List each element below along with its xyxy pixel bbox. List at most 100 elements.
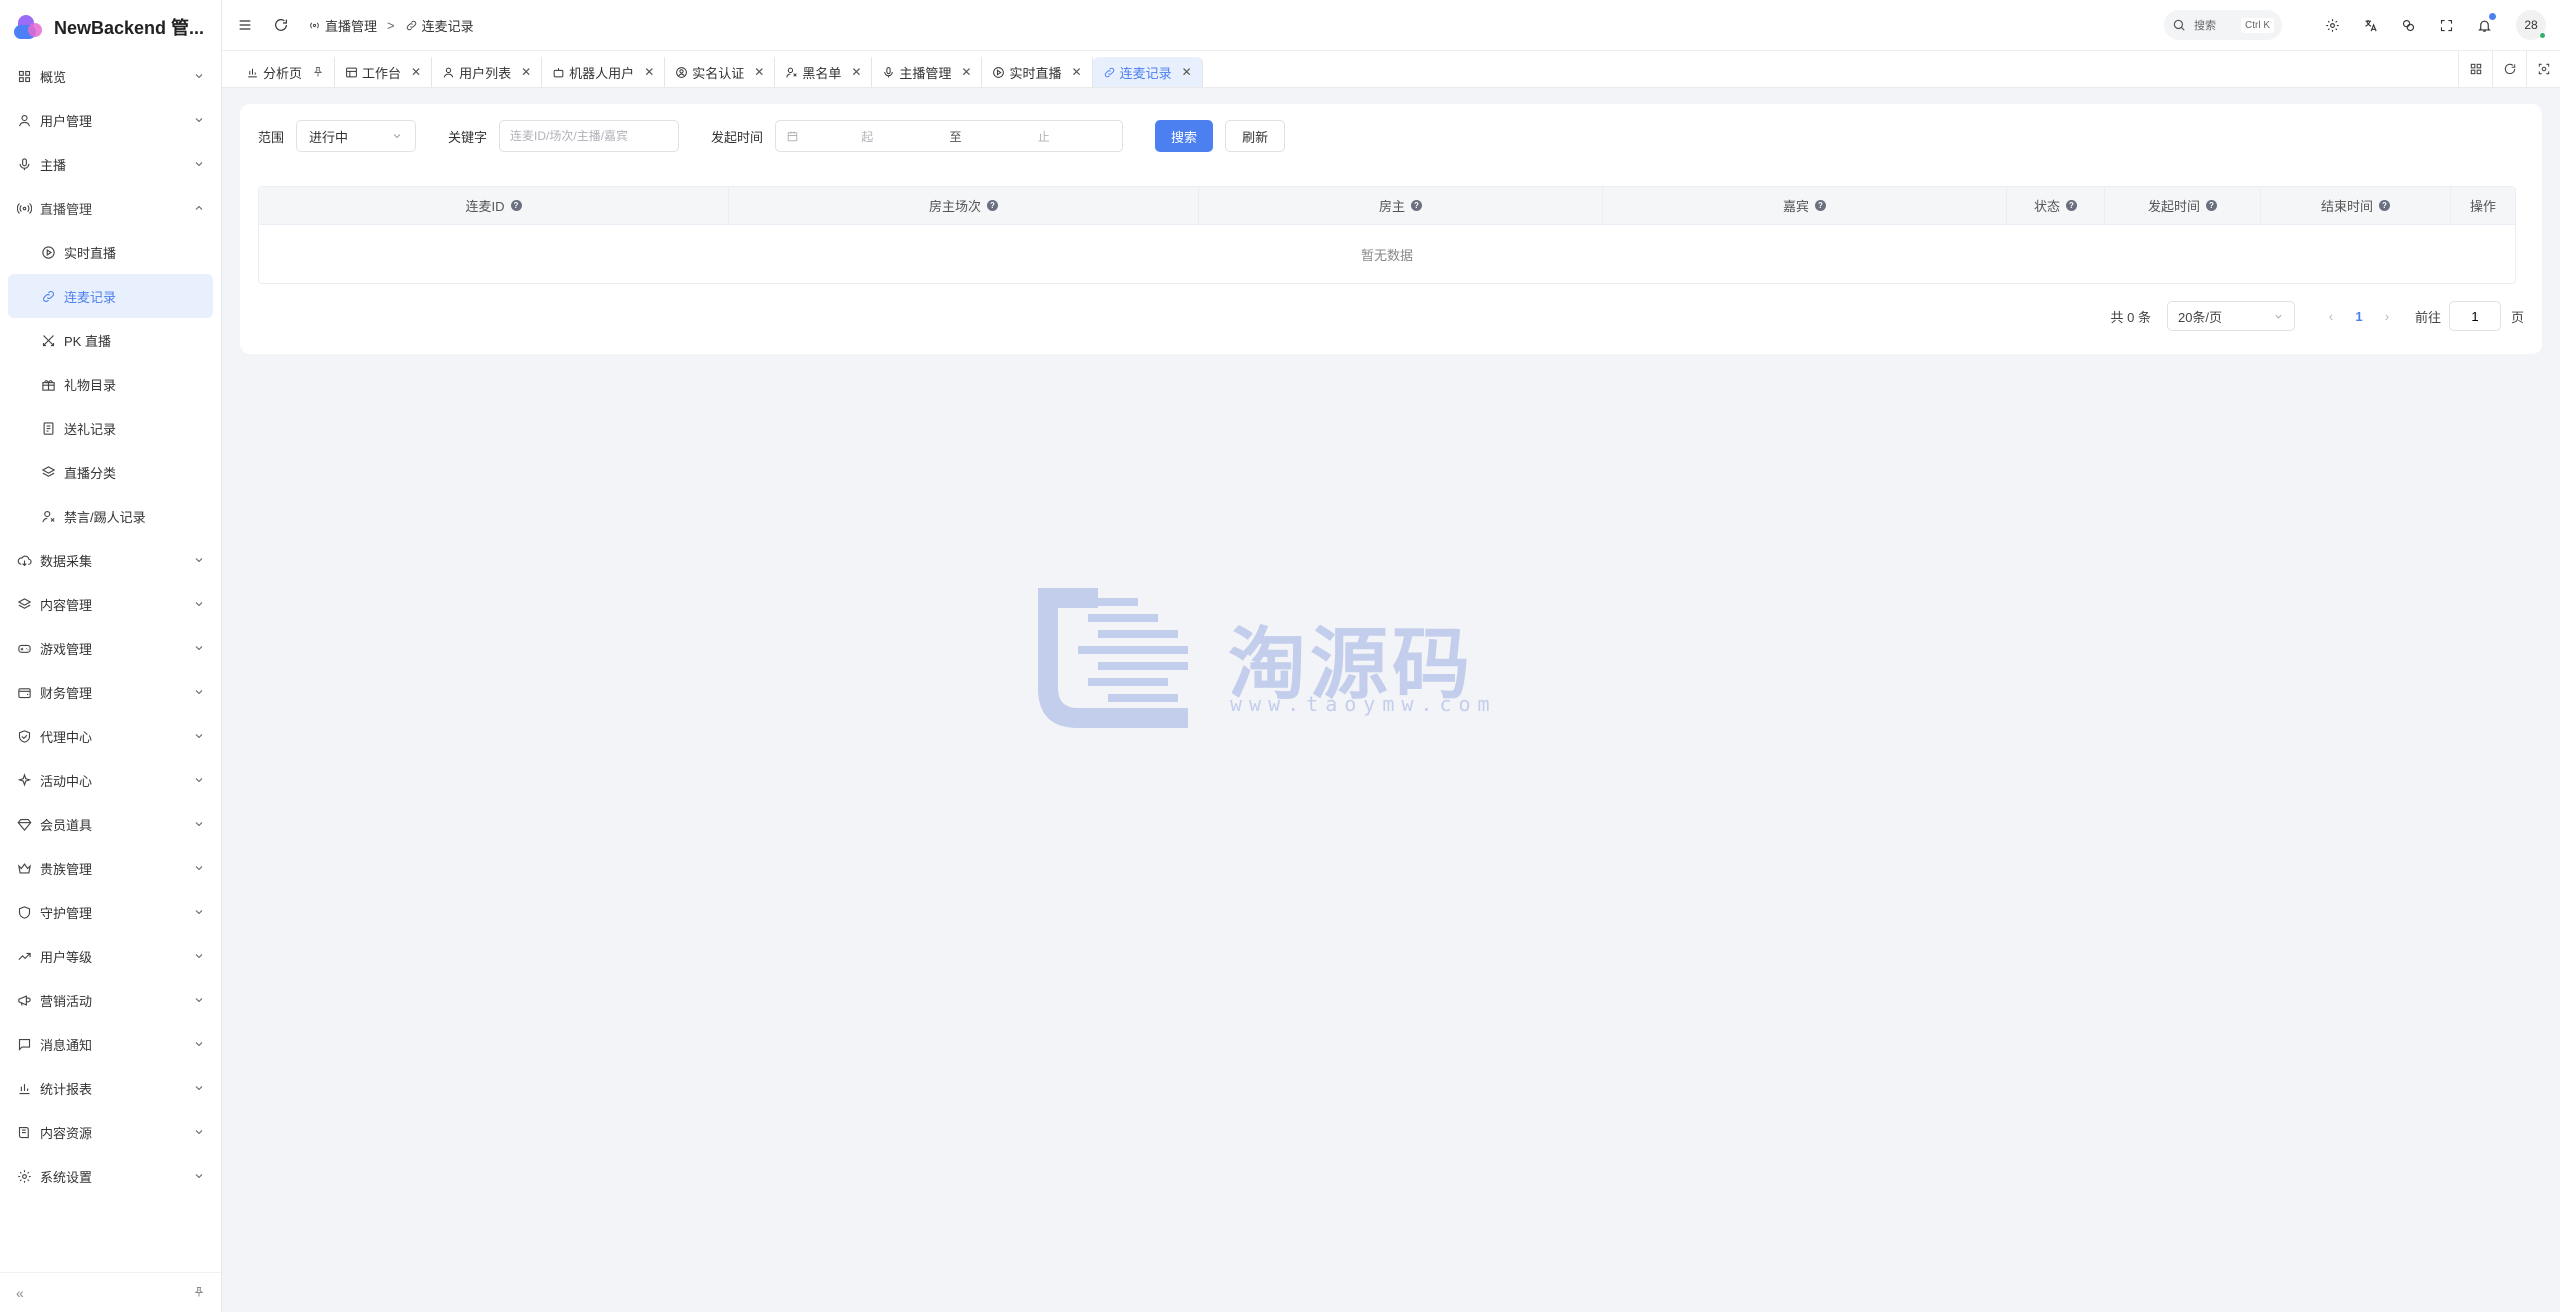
column-header-7[interactable]: 操作 xyxy=(2451,187,2515,224)
search-button[interactable]: 搜索 xyxy=(1155,120,1214,152)
sidebar-item-16[interactable]: 统计报表 xyxy=(0,1066,221,1110)
sidebar-item-14[interactable]: 营销活动 xyxy=(0,978,221,1022)
sidebar-subitem-3[interactable]: 礼物目录 xyxy=(0,362,221,406)
shield-icon xyxy=(18,905,30,919)
help-icon[interactable]: ? xyxy=(2206,200,2217,211)
next-page-button[interactable]: › xyxy=(2375,308,2399,324)
shield-icon-wrap xyxy=(16,904,32,920)
sidebar-subitem-label: 禁言/踢人记录 xyxy=(64,509,146,525)
sidebar-subitem-4[interactable]: 送礼记录 xyxy=(0,406,221,450)
column-header-0[interactable]: 连麦ID? xyxy=(259,187,729,224)
column-header-4[interactable]: 状态? xyxy=(2007,187,2105,224)
pin-sidebar-button[interactable] xyxy=(193,1285,205,1301)
fullscreen-button[interactable] xyxy=(2436,15,2456,35)
scope-select[interactable]: 进行中 xyxy=(296,120,417,152)
tab-3[interactable]: 机器人用户 ✕ xyxy=(542,57,666,87)
sidebar-item-6[interactable]: 游戏管理 xyxy=(0,626,221,670)
chevron-down-icon xyxy=(195,954,203,959)
sidebar-item-8[interactable]: 代理中心 xyxy=(0,714,221,758)
notifications-button[interactable] xyxy=(2474,13,2496,35)
sidebar-item-11[interactable]: 贵族管理 xyxy=(0,846,221,890)
time-range-picker[interactable]: 起 至 止 xyxy=(775,120,1124,152)
sidebar-item-7[interactable]: 财务管理 xyxy=(0,670,221,714)
tab-pin-button[interactable] xyxy=(312,66,324,78)
tab-close-button[interactable]: ✕ xyxy=(1182,65,1192,79)
message-icon xyxy=(18,1038,30,1051)
sidebar-item-12[interactable]: 守护管理 xyxy=(0,890,221,934)
sidebar-subitem-6[interactable]: 禁言/踢人记录 xyxy=(0,494,221,538)
sidebar-item-0[interactable]: 概览 xyxy=(0,54,221,98)
sidebar-item-1[interactable]: 用户管理 xyxy=(0,98,221,142)
goto-page-input[interactable] xyxy=(2448,301,2501,331)
keyword-input[interactable] xyxy=(499,120,680,152)
refresh-icon xyxy=(2504,63,2515,75)
refresh-button[interactable]: 刷新 xyxy=(1225,120,1286,152)
tab-8[interactable]: 连麦记录 ✕ xyxy=(1092,57,1203,87)
column-header-1[interactable]: 房主场次? xyxy=(729,187,1199,224)
tab-overview-button[interactable] xyxy=(2458,51,2492,87)
user-avatar[interactable]: 28 xyxy=(2516,10,2546,40)
header-actions: 搜索 Ctrl K 28 xyxy=(2164,10,2546,40)
prev-page-button[interactable]: ‹ xyxy=(2319,308,2343,324)
tab-0[interactable]: 分析页 xyxy=(236,57,336,87)
tab-6[interactable]: 主播管理 ✕ xyxy=(872,57,983,87)
help-icon[interactable]: ? xyxy=(987,200,998,211)
sidebar-item-4[interactable]: 数据采集 xyxy=(0,538,221,582)
tab-maximize-button[interactable] xyxy=(2526,51,2560,87)
sidebar-item-2[interactable]: 主播 xyxy=(0,142,221,186)
settings-button[interactable] xyxy=(2322,15,2342,35)
brand[interactable]: NewBackend 管... xyxy=(0,0,221,54)
help-icon[interactable]: ? xyxy=(2379,200,2390,211)
menu-toggle-button[interactable] xyxy=(236,16,254,34)
sidebar-item-label: 贵族管理 xyxy=(40,861,93,877)
tab-refresh-button[interactable] xyxy=(2492,51,2526,87)
tab-5[interactable]: 黑名单 ✕ xyxy=(775,57,873,87)
reload-button[interactable] xyxy=(272,16,290,34)
sidebar-item-3[interactable]: 直播管理 xyxy=(0,186,221,230)
sidebar-item-label: 系统设置 xyxy=(40,1169,93,1185)
global-search[interactable]: 搜索 Ctrl K xyxy=(2164,10,2282,40)
column-header-3[interactable]: 嘉宾? xyxy=(1603,187,2007,224)
help-icon[interactable]: ? xyxy=(1815,200,1826,211)
tab-1[interactable]: 工作台 ✕ xyxy=(335,57,433,87)
sidebar-item-9[interactable]: 活动中心 xyxy=(0,758,221,802)
tab-close-button[interactable]: ✕ xyxy=(851,65,861,79)
help-icon[interactable]: ? xyxy=(2066,200,2077,211)
page-size-select[interactable]: 20条/页 xyxy=(2166,301,2295,331)
tab-2[interactable]: 用户列表 ✕ xyxy=(432,57,543,87)
tab-close-button[interactable]: ✕ xyxy=(644,65,654,79)
link-icon xyxy=(1104,67,1114,77)
tab-close-button[interactable]: ✕ xyxy=(521,65,531,79)
sidebar-subitem-2[interactable]: PK 直播 xyxy=(0,318,221,362)
sidebar-item-17[interactable]: 内容资源 xyxy=(0,1110,221,1154)
top-header: 直播管理 > 连麦记录 搜索 Ctrl K 28 xyxy=(222,0,2560,50)
sidebar-item-18[interactable]: 系统设置 xyxy=(0,1154,221,1198)
sidebar-item-5[interactable]: 内容管理 xyxy=(0,582,221,626)
tab-4[interactable]: 实名认证 ✕ xyxy=(665,57,776,87)
sidebar-subitem-5[interactable]: 直播分类 xyxy=(0,450,221,494)
column-header-5[interactable]: 发起时间? xyxy=(2105,187,2261,224)
sidebar-subitem-1[interactable]: 连麦记录 xyxy=(8,274,213,318)
help-icon[interactable]: ? xyxy=(510,200,522,211)
tab-close-button[interactable]: ✕ xyxy=(754,65,764,79)
tab-close-button[interactable]: ✕ xyxy=(1072,65,1082,79)
breadcrumb-item-live-management[interactable]: 直播管理 xyxy=(308,16,377,35)
sidebar-subitem-0[interactable]: 实时直播 xyxy=(0,230,221,274)
goto-label: 前往 xyxy=(2414,309,2441,325)
column-header-2[interactable]: 房主? xyxy=(1199,187,1603,224)
sidebar-item-13[interactable]: 用户等级 xyxy=(0,934,221,978)
gamepad-icon xyxy=(17,644,31,653)
sidebar-item-15[interactable]: 消息通知 xyxy=(0,1022,221,1066)
tab-7[interactable]: 实时直播 ✕ xyxy=(982,57,1093,87)
help-icon[interactable]: ? xyxy=(1411,200,1422,211)
tab-close-button[interactable]: ✕ xyxy=(411,65,421,79)
language-button[interactable] xyxy=(2360,15,2380,35)
theme-button[interactable] xyxy=(2398,15,2418,35)
collapse-sidebar-button[interactable]: « xyxy=(16,1285,24,1301)
column-header-6[interactable]: 结束时间? xyxy=(2261,187,2451,224)
tab-label: 连麦记录 xyxy=(1119,65,1172,81)
page-number-current[interactable]: 1 xyxy=(2343,309,2375,324)
sidebar-item-10[interactable]: 会员道具 xyxy=(0,802,221,846)
tab-close-button[interactable]: ✕ xyxy=(961,65,971,79)
keyword-label: 关键字 xyxy=(448,129,488,145)
